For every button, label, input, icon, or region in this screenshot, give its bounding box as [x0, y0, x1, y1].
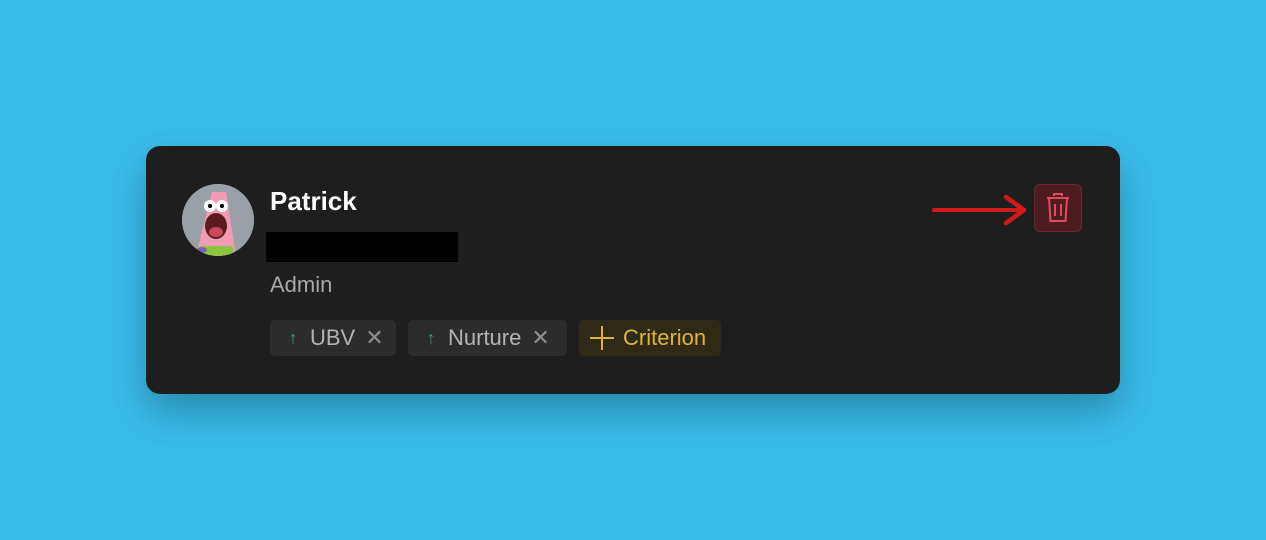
user-name: Patrick — [270, 186, 357, 216]
add-criterion-button[interactable]: Criterion — [579, 320, 721, 356]
plus-icon — [589, 325, 615, 351]
arrow-up-icon: ↑ — [288, 327, 298, 348]
add-criterion-label: Criterion — [623, 325, 707, 350]
patrick-star-avatar — [182, 184, 254, 256]
user-card: Patrick Admin ↑ UBV ✕ ↑ Nurture ✕ Criter… — [146, 146, 1120, 394]
tag-nurture[interactable]: ↑ Nurture ✕ — [408, 320, 567, 356]
arrow-right-icon — [932, 194, 1027, 226]
avatar[interactable] — [182, 184, 254, 256]
tag-label: Nurture — [448, 325, 522, 350]
tag-ubv[interactable]: ↑ UBV ✕ — [270, 320, 396, 356]
close-icon[interactable]: ✕ — [531, 325, 549, 351]
user-role: Admin — [270, 272, 333, 297]
delete-user-button[interactable] — [1034, 184, 1082, 232]
tag-label: UBV — [310, 325, 356, 350]
close-icon[interactable]: ✕ — [365, 325, 383, 351]
arrow-up-icon: ↑ — [426, 327, 436, 348]
redacted-field — [266, 232, 458, 262]
trash-icon — [1047, 193, 1069, 222]
